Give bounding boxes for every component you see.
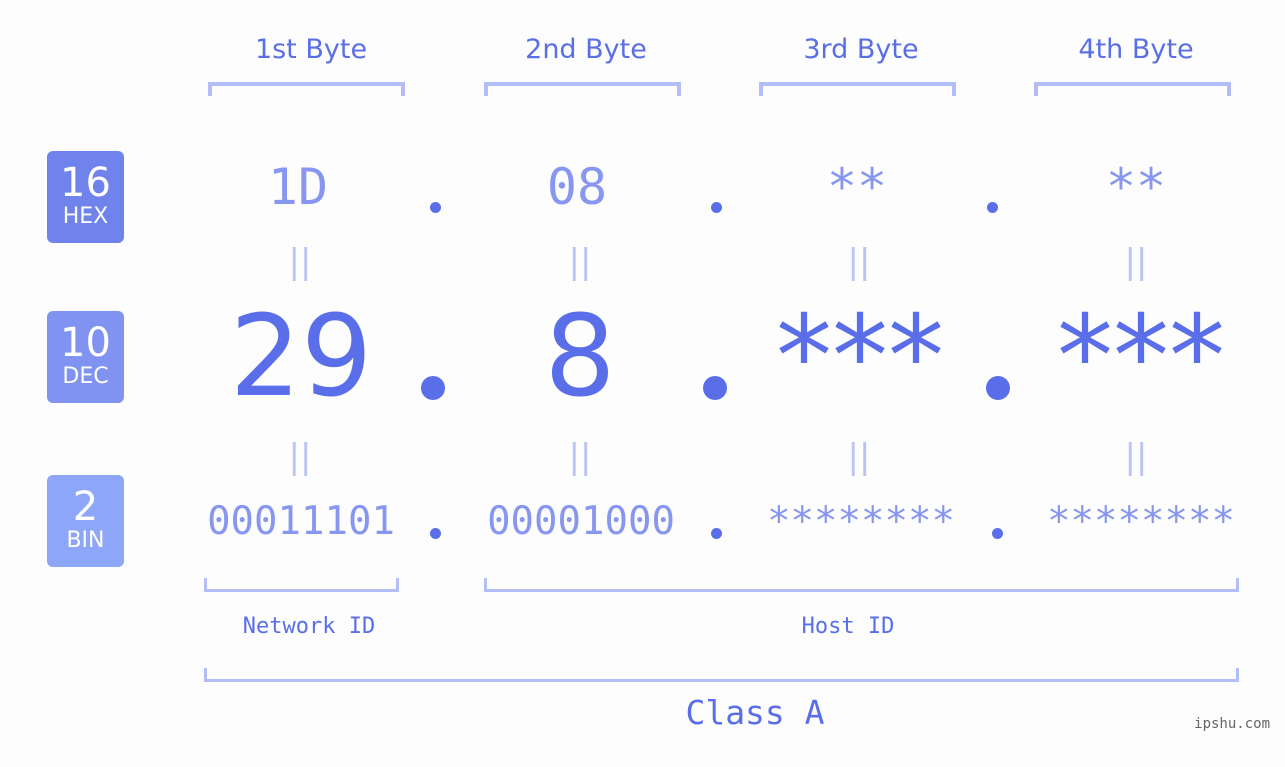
column-header-1: 1st Byte <box>254 34 368 65</box>
dec-separator-dot-2 <box>703 376 727 400</box>
bin-separator-dot-3 <box>992 528 1003 539</box>
byte-bracket-3 <box>759 82 956 96</box>
hex-byte-4: ** <box>1105 158 1167 216</box>
dec-separator-dot-1 <box>421 376 445 400</box>
bin-badge: 2 BIN <box>47 475 124 567</box>
host-id-label: Host ID <box>801 614 895 639</box>
network-id-bracket <box>204 578 399 592</box>
hex-byte-3: ** <box>826 158 888 216</box>
column-header-3: 3rd Byte <box>803 34 919 65</box>
equals-sign-bin-3: || <box>847 437 871 477</box>
column-header-4: 4th Byte <box>1078 34 1194 65</box>
dec-byte-4: *** <box>1057 292 1225 422</box>
equals-sign-bin-1: || <box>288 437 312 477</box>
bin-badge-number: 2 <box>72 484 99 530</box>
network-id-label: Network ID <box>242 614 376 639</box>
byte-bracket-4 <box>1034 82 1231 96</box>
byte-bracket-1 <box>208 82 405 96</box>
hex-byte-1: 1D <box>267 158 329 216</box>
bin-byte-2: 00001000 <box>487 499 675 544</box>
hex-byte-2: 08 <box>546 158 608 216</box>
bin-byte-1: 00011101 <box>207 499 395 544</box>
bin-byte-4: ******** <box>1047 499 1235 544</box>
equals-sign-hex-4: || <box>1124 242 1148 282</box>
dec-byte-2: 8 <box>544 292 616 422</box>
equals-sign-hex-3: || <box>847 242 871 282</box>
dec-badge-number: 10 <box>60 320 111 366</box>
hex-badge-label: HEX <box>62 204 109 229</box>
bin-separator-dot-2 <box>711 528 722 539</box>
dec-separator-dot-3 <box>986 376 1010 400</box>
equals-sign-bin-4: || <box>1124 437 1148 477</box>
hex-separator-dot-2 <box>711 202 722 213</box>
hex-separator-dot-3 <box>987 202 998 213</box>
dec-byte-3: *** <box>776 292 944 422</box>
class-bracket <box>204 668 1239 682</box>
equals-sign-bin-2: || <box>568 437 592 477</box>
class-label: Class A <box>685 693 825 732</box>
dec-byte-1: 29 <box>229 292 373 422</box>
bin-byte-3: ******** <box>767 499 955 544</box>
host-id-bracket <box>484 578 1239 592</box>
dec-badge-label: DEC <box>62 364 109 389</box>
bin-separator-dot-1 <box>430 528 441 539</box>
bin-badge-label: BIN <box>66 528 105 553</box>
hex-badge: 16 HEX <box>47 151 124 243</box>
hex-badge-number: 16 <box>60 160 111 206</box>
watermark: ipshu.com <box>1194 716 1270 732</box>
equals-sign-hex-2: || <box>568 242 592 282</box>
dec-badge: 10 DEC <box>47 311 124 403</box>
byte-bracket-2 <box>484 82 681 96</box>
equals-sign-hex-1: || <box>288 242 312 282</box>
hex-separator-dot-1 <box>430 202 441 213</box>
column-header-2: 2nd Byte <box>525 34 647 65</box>
